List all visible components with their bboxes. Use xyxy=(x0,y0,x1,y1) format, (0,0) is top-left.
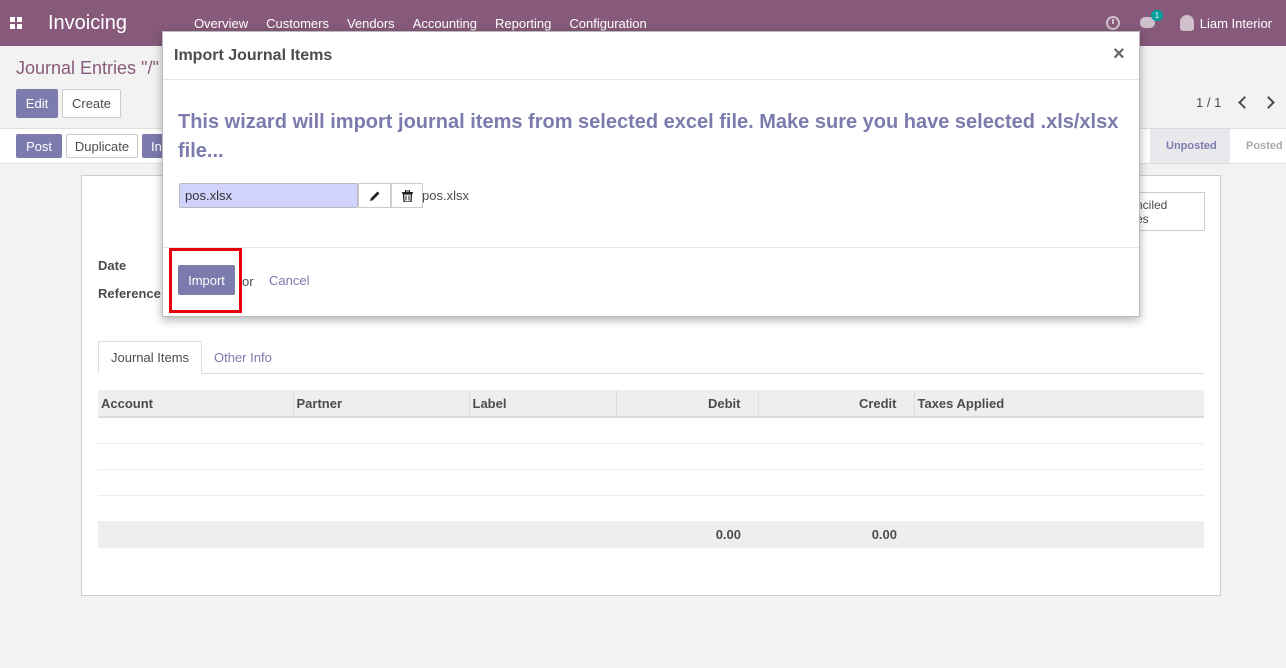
close-icon[interactable]: × xyxy=(1113,43,1125,66)
trash-icon xyxy=(401,189,413,202)
or-text: or xyxy=(242,274,254,289)
modal-title: Import Journal Items xyxy=(174,47,333,64)
file-upload-field[interactable]: pos.xlsx xyxy=(179,183,358,208)
import-journal-items-dialog: Import Journal Items × This wizard will … xyxy=(162,31,1140,317)
pencil-icon xyxy=(369,191,379,201)
modal-footer: Import or Cancel xyxy=(163,247,1139,317)
edit-file-button[interactable] xyxy=(358,183,391,208)
selected-file-name: pos.xlsx xyxy=(422,188,469,203)
import-button[interactable]: Import xyxy=(178,265,235,295)
cancel-button[interactable]: Cancel xyxy=(269,273,309,288)
wizard-instructions: This wizard will import journal items fr… xyxy=(178,111,1119,162)
clear-file-button[interactable] xyxy=(391,183,423,208)
modal-header: Import Journal Items × xyxy=(163,32,1139,80)
